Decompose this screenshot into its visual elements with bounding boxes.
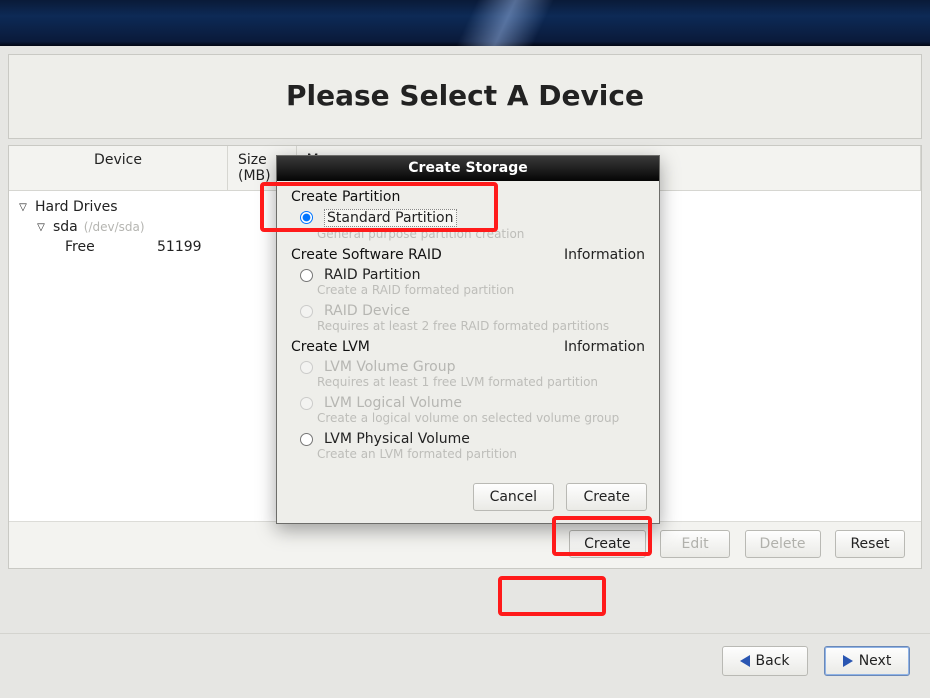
create-storage-dialog: Create Storage Create Partition Standard… [276,155,660,524]
dialog-title: Create Storage [277,156,659,181]
page-title-panel: Please Select A Device [8,54,922,139]
option-lvm-lv: LVM Logical Volume [295,395,645,411]
wizard-nav: Back Next [0,633,930,698]
radio-raid-partition[interactable] [300,269,313,282]
option-raid-device: RAID Device [295,303,645,319]
expander-icon[interactable]: ▽ [17,202,29,213]
info-link-raid[interactable]: Information [564,247,645,263]
option-standard-partition[interactable]: Standard Partition [295,209,645,227]
desc-lvm-vg: Requires at least 1 free LVM formated pa… [317,375,645,389]
page-title: Please Select A Device [9,79,921,112]
reset-button[interactable]: Reset [835,530,905,558]
desc-lvm-pv: Create an LVM formated partition [317,447,645,461]
col-device[interactable]: Device [9,146,228,191]
option-lvm-pv[interactable]: LVM Physical Volume [295,431,645,447]
arrow-right-icon [843,655,853,667]
option-raid-partition[interactable]: RAID Partition [295,267,645,283]
dialog-create-button[interactable]: Create [566,483,647,511]
expander-icon[interactable]: ▽ [35,222,47,233]
section-create-partition: Create Partition [291,189,645,205]
next-button[interactable]: Next [824,646,910,676]
dialog-cancel-button[interactable]: Cancel [473,483,554,511]
highlight-toolbar-create [498,576,606,616]
delete-button[interactable]: Delete [745,530,821,558]
edit-button[interactable]: Edit [660,530,730,558]
option-lvm-vg: LVM Volume Group [295,359,645,375]
section-lvm: Create LVM Information [291,339,645,355]
radio-lvm-pv[interactable] [300,433,313,446]
radio-standard-partition[interactable] [300,211,313,224]
desc-lvm-lv: Create a logical volume on selected volu… [317,411,645,425]
info-link-lvm[interactable]: Information [564,339,645,355]
radio-raid-device [300,305,313,318]
header-band [0,0,930,46]
radio-lvm-vg [300,361,313,374]
create-button[interactable]: Create [569,530,646,558]
desc-raid-partition: Create a RAID formated partition [317,283,645,297]
desc-standard-partition: General purpose partition creation [317,227,645,241]
dialog-buttons: Cancel Create [277,477,659,523]
free-size: 51199 [157,239,202,255]
arrow-left-icon [740,655,750,667]
section-software-raid: Create Software RAID Information [291,247,645,263]
partition-toolbar: Create Edit Delete Reset [9,521,921,568]
radio-lvm-lv [300,397,313,410]
desc-raid-device: Requires at least 2 free RAID formated p… [317,319,645,333]
back-button[interactable]: Back [722,646,808,676]
